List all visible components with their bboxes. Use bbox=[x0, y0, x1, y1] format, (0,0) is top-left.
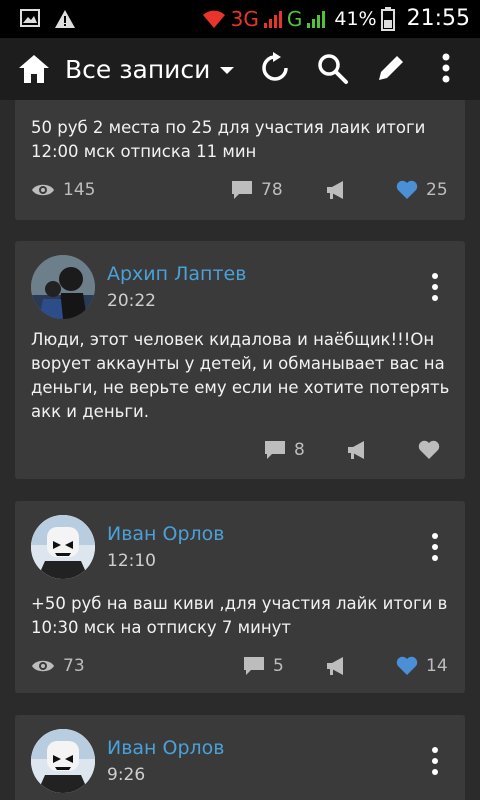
comments-button[interactable]: 5 bbox=[243, 656, 284, 676]
post-time: 12:10 bbox=[107, 551, 156, 571]
battery-percent: 41% bbox=[334, 7, 377, 30]
avatar[interactable] bbox=[31, 729, 95, 793]
post-author[interactable]: Иван Орлов bbox=[107, 737, 225, 759]
like-button[interactable] bbox=[418, 440, 440, 460]
like-button[interactable]: 14 bbox=[396, 656, 448, 676]
post-author[interactable]: Архип Лаптев bbox=[107, 263, 246, 285]
post-text: Люди, этот человек кидалова и наёбщик!!!… bbox=[31, 330, 450, 421]
views-count: 145 bbox=[63, 180, 96, 200]
comments-count: 8 bbox=[294, 440, 305, 460]
post-time: 20:22 bbox=[107, 291, 156, 311]
eye-icon bbox=[32, 184, 54, 196]
network-g-label: G bbox=[286, 6, 303, 31]
views-counter: 73 bbox=[31, 656, 85, 676]
edit-icon[interactable] bbox=[374, 51, 408, 85]
comments-button[interactable]: 8 bbox=[264, 440, 305, 460]
post-card[interactable]: 50 руб 2 места по 25 для участия лаик ит… bbox=[15, 100, 465, 220]
app-bar: Все записи bbox=[0, 38, 480, 100]
megaphone-icon bbox=[327, 657, 343, 675]
likes-count: 14 bbox=[426, 656, 448, 676]
share-button[interactable] bbox=[325, 656, 349, 676]
search-icon[interactable] bbox=[315, 51, 349, 85]
more-vert-icon[interactable] bbox=[431, 533, 439, 563]
post-card[interactable]: Иван Орлов 12:10 +50 руб на ваш киви ,дл… bbox=[15, 501, 465, 693]
heart-icon bbox=[396, 656, 418, 675]
like-button[interactable]: 25 bbox=[396, 180, 448, 200]
avatar[interactable] bbox=[31, 515, 95, 579]
comments-count: 78 bbox=[261, 180, 283, 200]
heart-icon bbox=[418, 440, 440, 459]
comment-icon bbox=[232, 181, 252, 199]
more-vert-icon[interactable] bbox=[436, 51, 456, 85]
megaphone-icon bbox=[327, 181, 343, 199]
comments-button[interactable]: 78 bbox=[231, 180, 283, 200]
battery-icon bbox=[380, 6, 395, 31]
signal-icon-g bbox=[307, 10, 326, 28]
feed[interactable]: 50 руб 2 места по 25 для участия лаик ит… bbox=[0, 100, 480, 800]
comment-icon bbox=[244, 657, 264, 675]
more-vert-icon[interactable] bbox=[431, 273, 439, 303]
warning-icon bbox=[55, 10, 75, 28]
wifi-icon bbox=[202, 10, 225, 28]
comments-count: 5 bbox=[273, 656, 284, 676]
post-card[interactable]: Архип Лаптев 20:22 Люди, этот человек ки… bbox=[15, 241, 465, 479]
share-button[interactable] bbox=[325, 180, 349, 200]
post-author[interactable]: Иван Орлов bbox=[107, 523, 225, 545]
post-card[interactable]: Иван Орлов 9:26 bbox=[15, 715, 465, 800]
views-count: 73 bbox=[63, 656, 85, 676]
post-time: 9:26 bbox=[107, 765, 146, 785]
views-counter: 145 bbox=[31, 180, 95, 200]
share-button[interactable] bbox=[346, 440, 370, 460]
post-text: +50 руб на ваш киви ,для участия лайк ит… bbox=[31, 594, 448, 637]
heart-icon bbox=[396, 180, 418, 199]
clock: 21:55 bbox=[406, 6, 470, 31]
post-text: 50 руб 2 места по 25 для участия лаик ит… bbox=[31, 118, 426, 161]
network-3g-label: 3G bbox=[230, 6, 259, 31]
megaphone-icon bbox=[348, 441, 364, 459]
refresh-icon[interactable] bbox=[258, 51, 292, 85]
avatar[interactable] bbox=[31, 255, 95, 319]
chevron-down-icon[interactable] bbox=[220, 67, 234, 74]
more-vert-icon[interactable] bbox=[431, 747, 439, 777]
comment-icon bbox=[265, 441, 285, 459]
image-icon bbox=[20, 9, 40, 27]
signal-icon-3g bbox=[263, 10, 282, 28]
feed-filter-title[interactable]: Все записи bbox=[65, 55, 210, 84]
home-icon[interactable] bbox=[16, 51, 52, 87]
status-bar: 3G G 41% 21:55 bbox=[0, 0, 480, 38]
likes-count: 25 bbox=[426, 180, 448, 200]
eye-icon bbox=[32, 660, 54, 672]
